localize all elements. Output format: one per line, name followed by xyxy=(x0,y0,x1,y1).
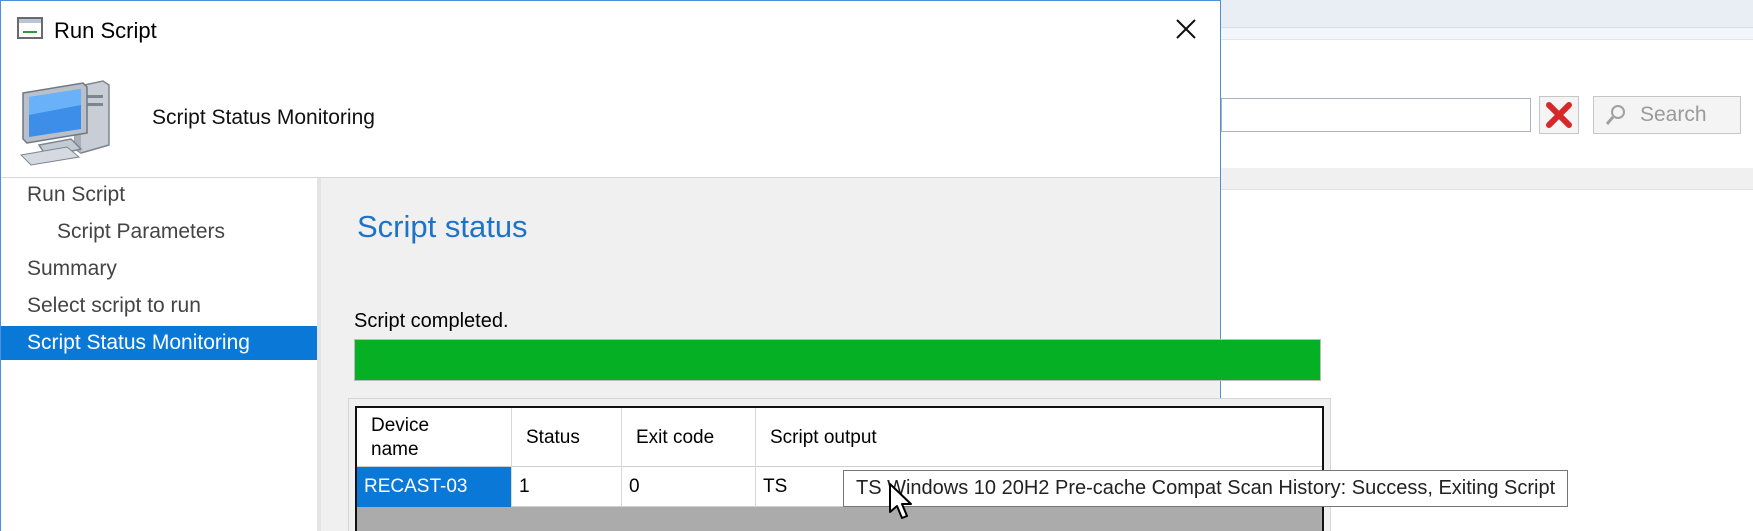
mouse-cursor-icon xyxy=(889,483,912,519)
table-header: Device name Status Exit code Script outp… xyxy=(357,408,1322,467)
close-button[interactable] xyxy=(1170,13,1202,45)
script-output-tooltip: TS Windows 10 20H2 Pre-cache Compat Scan… xyxy=(843,470,1569,507)
nav-item-summary[interactable]: Summary xyxy=(1,252,317,286)
nav-item-script-parameters[interactable]: Script Parameters xyxy=(1,215,317,249)
wizard-nav: Run Script Script Parameters Summary Sel… xyxy=(1,178,317,531)
nav-item-run-script[interactable]: Run Script xyxy=(1,178,317,212)
window-title: Run Script xyxy=(54,18,157,43)
background-search-button[interactable]: Search xyxy=(1593,96,1741,134)
wizard-header: Script Status Monitoring xyxy=(1,57,1220,178)
cell-status[interactable]: 1 xyxy=(512,467,622,507)
results-table: Device name Status Exit code Script outp… xyxy=(355,406,1324,531)
close-icon xyxy=(1176,19,1196,39)
background-column-header xyxy=(1221,168,1753,190)
nav-item-script-status-monitoring[interactable]: Script Status Monitoring xyxy=(1,326,317,360)
nav-item-label: Script Status Monitoring xyxy=(27,331,250,354)
progress-bar xyxy=(354,339,1321,381)
column-header-script-output[interactable]: Script output xyxy=(756,408,1322,467)
status-text: Script completed. xyxy=(354,310,509,332)
cell-device-name[interactable]: RECAST-03 xyxy=(357,467,512,507)
title-bar[interactable]: Run Script xyxy=(1,1,1220,57)
column-header-device-name[interactable]: Device name xyxy=(357,408,512,467)
background-search-input[interactable] xyxy=(1221,98,1531,132)
red-x-icon xyxy=(1546,102,1572,128)
page-title: Script status xyxy=(357,209,528,244)
nav-item-label: Run Script xyxy=(27,183,126,206)
column-header-status[interactable]: Status xyxy=(512,408,622,467)
background-ribbon xyxy=(1221,0,1753,28)
script-window-icon xyxy=(17,17,43,39)
column-header-exit-code[interactable]: Exit code xyxy=(622,408,756,467)
nav-item-label: Script Parameters xyxy=(57,220,226,243)
clear-search-button[interactable] xyxy=(1539,96,1579,134)
background-ribbon-strip xyxy=(1221,28,1753,40)
run-script-dialog: Run Script Script Status Monitoring Run … xyxy=(0,0,1331,531)
computer-icon xyxy=(19,80,110,166)
progress-fill xyxy=(355,340,1320,380)
nav-item-label: Select script to run xyxy=(27,294,201,317)
nav-item-select-script[interactable]: Select script to run xyxy=(1,289,317,323)
results-table-frame: Device name Status Exit code Script outp… xyxy=(348,398,1331,531)
header-title: Script Status Monitoring xyxy=(152,106,375,129)
cell-exit-code[interactable]: 0 xyxy=(622,467,756,507)
nav-item-label: Summary xyxy=(27,257,117,280)
magnifier-icon xyxy=(1605,105,1625,125)
search-button-label: Search xyxy=(1640,103,1707,126)
